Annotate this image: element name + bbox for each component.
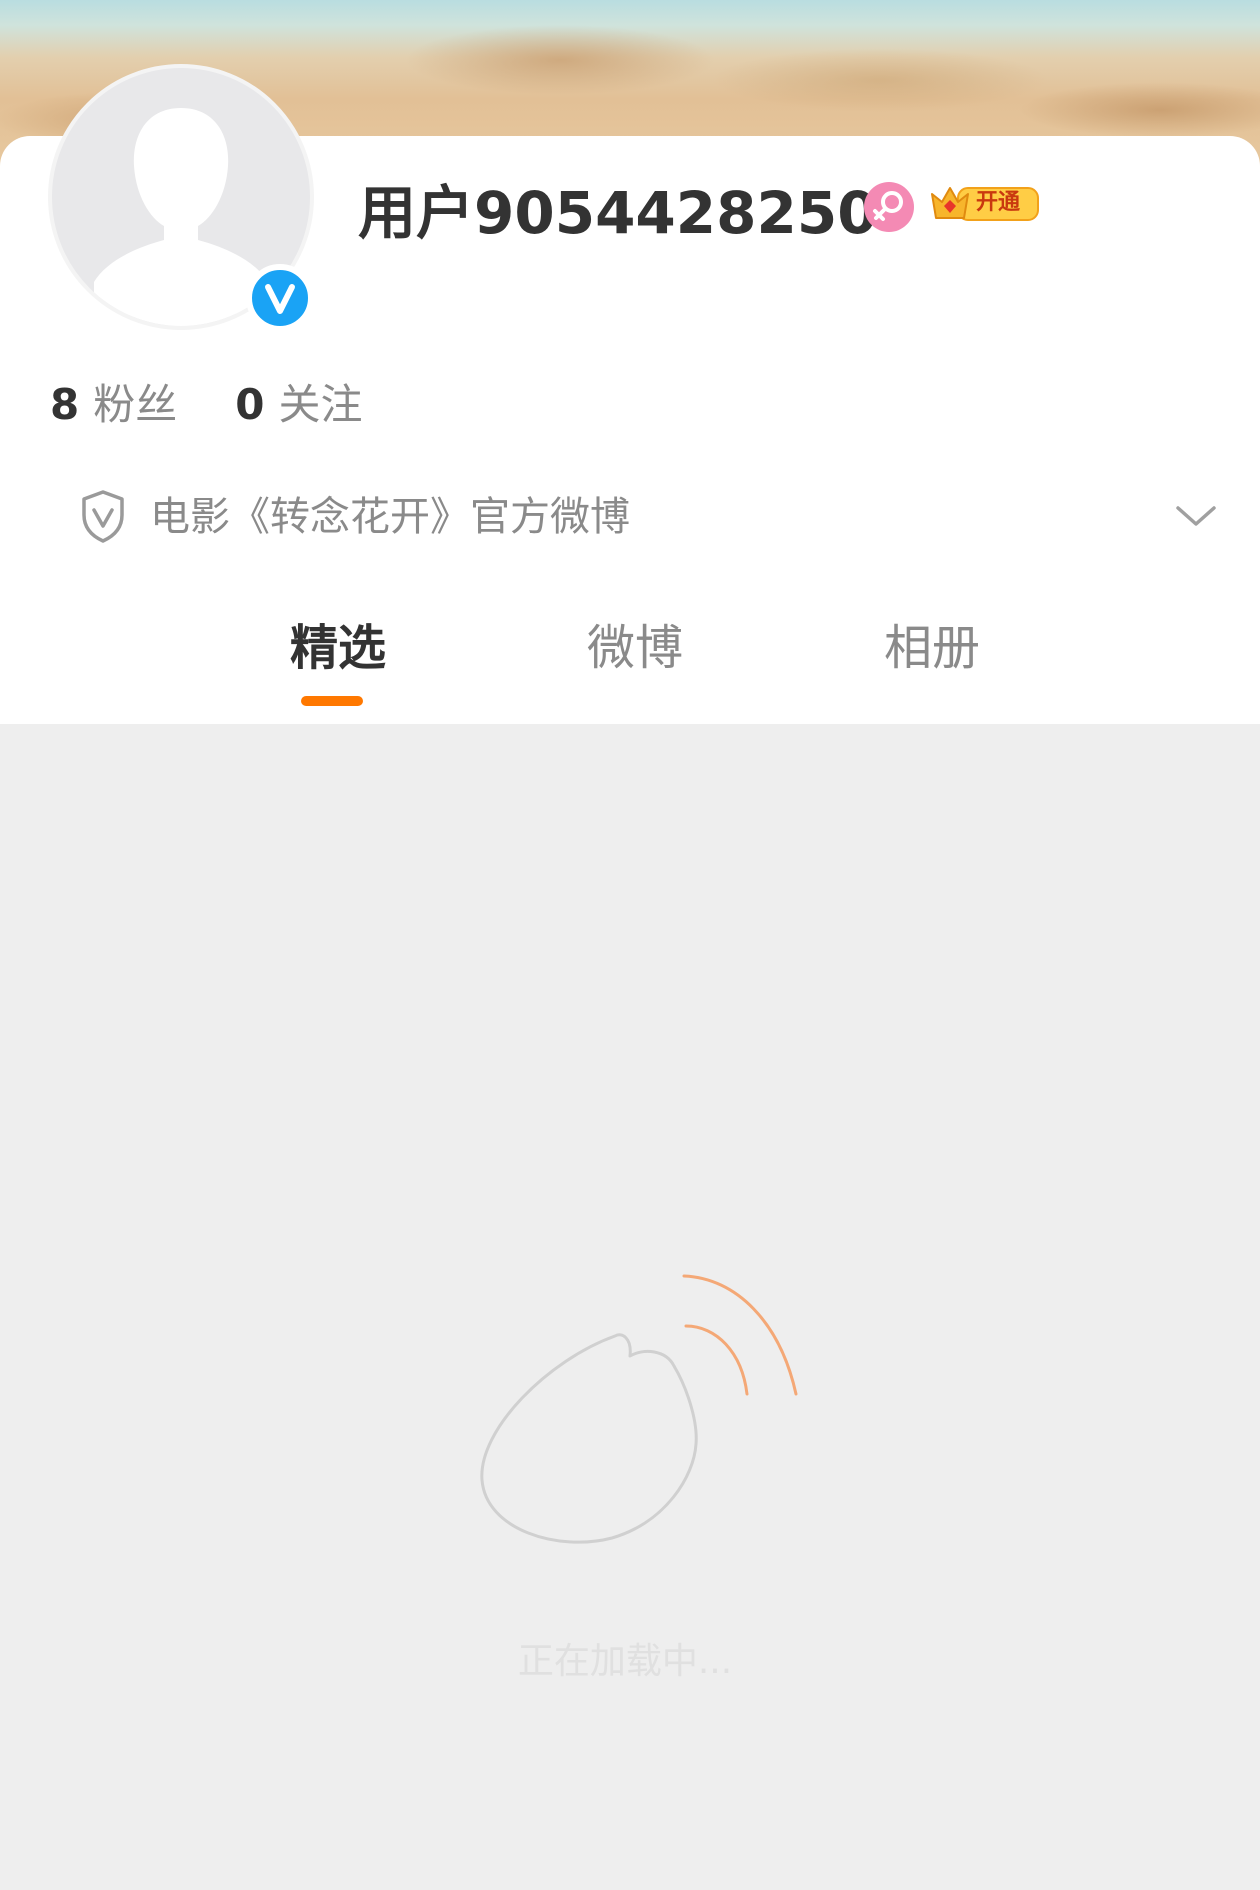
female-gender-icon: [864, 182, 914, 232]
username: 用户9054428250: [358, 179, 878, 247]
vip-open-badge[interactable]: 开通: [928, 180, 1040, 228]
loading-text: 正在加载中...: [517, 1641, 733, 1682]
active-tab-indicator: [301, 696, 363, 706]
profile-stats: 8 粉丝 0 关注: [50, 370, 363, 440]
tab-album[interactable]: 相册: [842, 610, 1022, 686]
verification-row[interactable]: 电影《转念花开》官方微博: [78, 482, 1218, 552]
vip-open-label: 开通: [976, 190, 1021, 215]
weibo-logo-icon: [480, 1274, 798, 1544]
verification-text: 电影《转念花开》官方微博: [150, 494, 630, 540]
followers-stat[interactable]: 8 粉丝: [50, 380, 177, 429]
chevron-down-icon[interactable]: [1174, 498, 1218, 534]
tab-featured[interactable]: 精选: [248, 610, 428, 686]
tab-weibo[interactable]: 微博: [545, 610, 725, 686]
following-count: 0: [235, 380, 265, 429]
followers-label: 粉丝: [93, 380, 178, 429]
followers-count: 8: [50, 380, 80, 429]
following-label: 关注: [278, 380, 363, 429]
profile-tabs: 精选 微博 相册: [0, 610, 1260, 720]
verified-v-icon: [246, 264, 314, 332]
shield-icon: [82, 490, 124, 543]
following-stat[interactable]: 0 关注: [235, 380, 362, 429]
